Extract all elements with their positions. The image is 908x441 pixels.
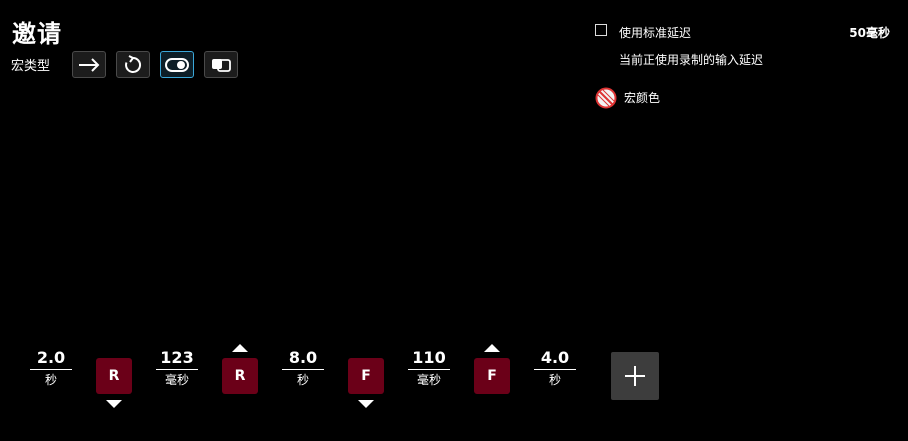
divider — [156, 369, 198, 370]
sequence-icon — [212, 58, 231, 72]
delay-value: 123 — [160, 348, 194, 367]
delay-unit: 毫秒 — [416, 373, 441, 387]
delay-unit: 秒 — [548, 373, 561, 387]
add-step-button[interactable] — [611, 352, 659, 400]
plus-icon — [625, 366, 645, 386]
key-down-item[interactable]: R — [96, 358, 132, 394]
macro-type-repeat-button[interactable] — [116, 51, 150, 78]
repeat-icon — [125, 54, 142, 73]
delay-value: 2.0 — [36, 348, 66, 367]
macro-type-single-button[interactable] — [72, 51, 106, 78]
page-title: 邀请 — [12, 20, 62, 48]
standard-delay-value: 50毫秒 — [849, 26, 890, 40]
delay-unit: 毫秒 — [164, 373, 189, 387]
recorded-delay-note: 当前正使用录制的输入延迟 — [619, 53, 764, 67]
macro-type-sequence-button[interactable] — [204, 51, 238, 78]
delay-unit: 秒 — [296, 373, 309, 387]
divider — [408, 369, 450, 370]
key-up-arrow-icon — [484, 344, 500, 352]
macro-type-toggle-button[interactable] — [160, 51, 194, 78]
standard-delay-label: 使用标准延迟 — [619, 26, 692, 40]
key-up-item[interactable]: R — [222, 358, 258, 394]
delay-value: 8.0 — [288, 348, 318, 367]
key-down-item[interactable]: F — [348, 358, 384, 394]
delay-item[interactable]: 2.0 秒 — [30, 348, 72, 388]
delay-item[interactable]: 123 毫秒 — [156, 348, 198, 388]
key-up-arrow-icon — [232, 344, 248, 352]
key-up-item[interactable]: F — [474, 358, 510, 394]
macro-type-label: 宏类型 — [11, 59, 51, 74]
no-color-icon[interactable] — [595, 87, 617, 113]
divider — [534, 369, 576, 370]
key-down-arrow-icon — [106, 400, 122, 408]
standard-delay-checkbox[interactable] — [595, 24, 607, 36]
toggle-icon — [165, 57, 189, 72]
arrow-right-icon — [79, 57, 100, 72]
delay-unit: 秒 — [44, 373, 57, 387]
delay-item[interactable]: 110 毫秒 — [408, 348, 450, 388]
delay-item[interactable]: 8.0 秒 — [282, 348, 324, 388]
delay-value: 4.0 — [540, 348, 570, 367]
key-down-arrow-icon — [358, 400, 374, 408]
delay-value: 110 — [412, 348, 446, 367]
macro-color-label: 宏颜色 — [624, 91, 661, 105]
divider — [282, 369, 324, 370]
delay-item[interactable]: 4.0 秒 — [534, 348, 576, 388]
divider — [30, 369, 72, 370]
